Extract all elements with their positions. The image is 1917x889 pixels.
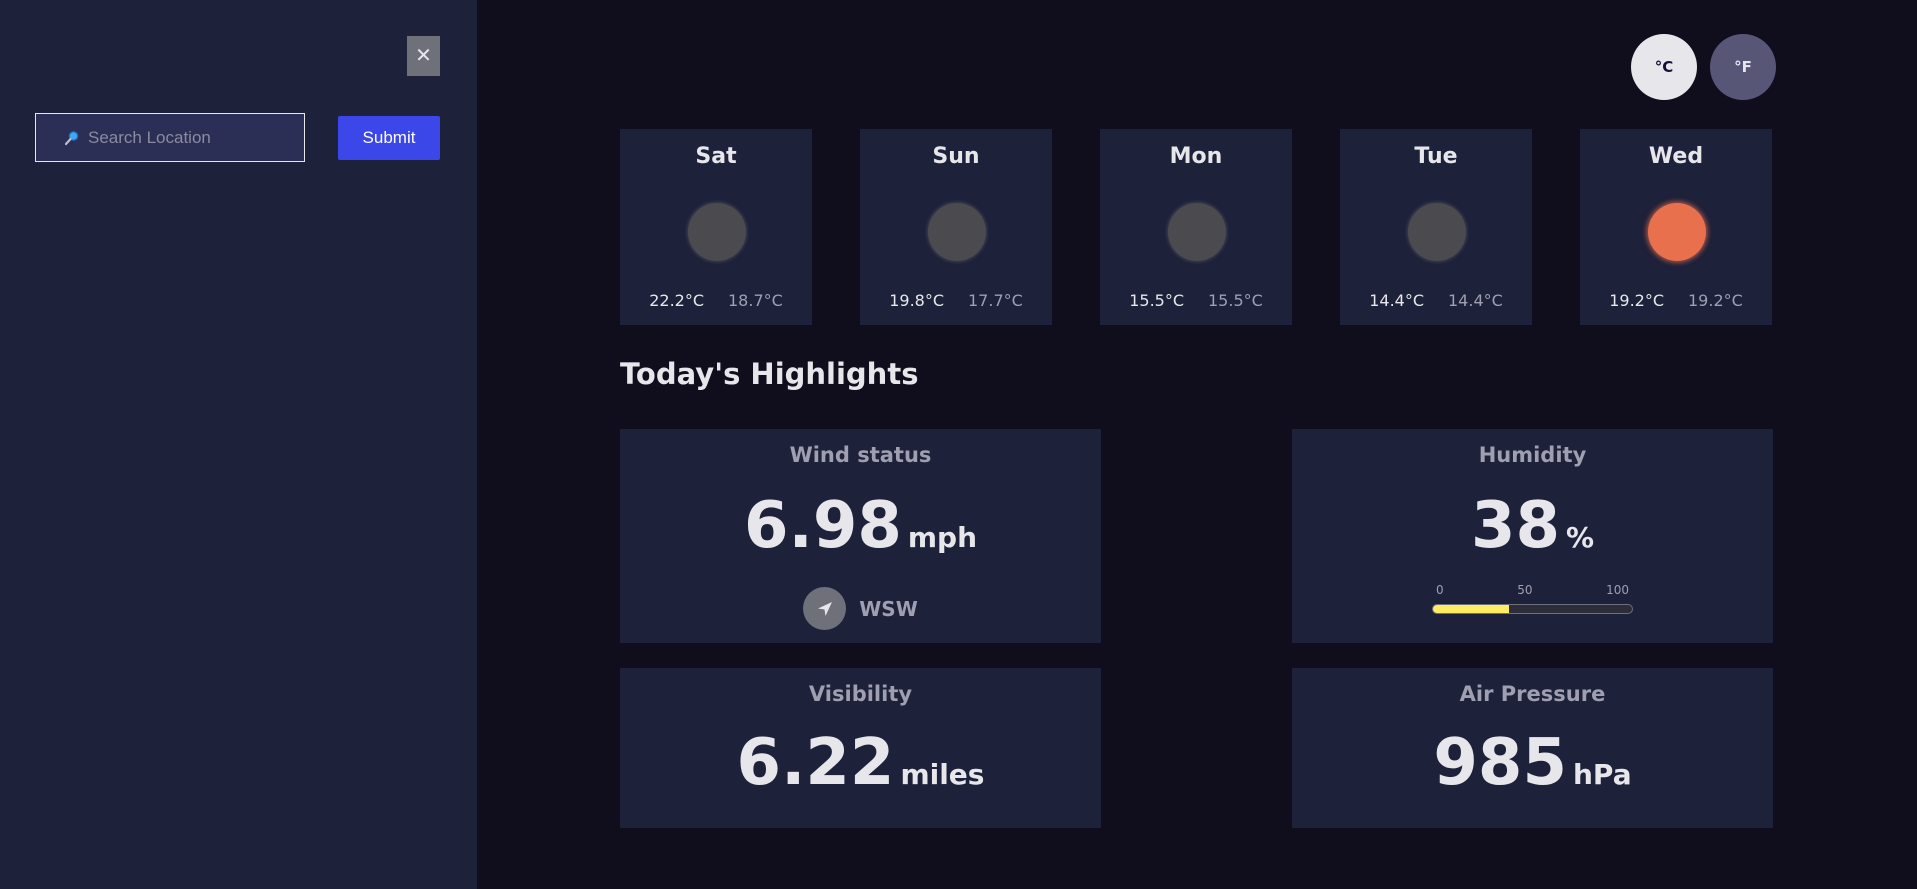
wind-speed-value: 6.98 [743, 489, 902, 563]
highlights-title: Today's Highlights [620, 357, 919, 391]
wind-status-label: Wind status [789, 443, 932, 467]
humidity-unit: % [1566, 521, 1595, 554]
air-pressure-label: Air Pressure [1459, 682, 1606, 706]
forecast-card: Mon 15.5°C 15.5°C [1100, 129, 1292, 325]
forecast-day: Wed [1648, 144, 1704, 169]
forecast-max-temp: 19.8°C [889, 291, 944, 310]
forecast-day: Sun [932, 144, 980, 169]
forecast-max-temp: 14.4°C [1369, 291, 1424, 310]
humidity-card: Humidity 38% 0 50 100 [1292, 429, 1773, 643]
air-pressure-card: Air Pressure 985 hPa [1292, 668, 1773, 828]
close-icon: ✕ [415, 45, 432, 67]
wind-direction: WSW [859, 596, 918, 621]
humidity-scale-mid: 50 [1517, 583, 1533, 597]
cloudy-icon [928, 203, 986, 261]
close-button[interactable]: ✕ [407, 36, 440, 76]
submit-button[interactable]: Submit [338, 116, 440, 160]
air-pressure-unit: hPa [1572, 758, 1632, 791]
forecast-min-temp: 15.5°C [1208, 291, 1263, 310]
forecast-card: Sun 19.8°C 17.7°C [860, 129, 1052, 325]
air-pressure-value: 985 [1433, 726, 1567, 800]
wind-status-card: Wind status 6.98 mph WSW [620, 429, 1101, 643]
forecast-day: Mon [1169, 144, 1223, 169]
forecast-card: Sat 22.2°C 18.7°C [620, 129, 812, 325]
forecast-card: Wed 19.2°C 19.2°C [1580, 129, 1772, 325]
forecast-max-temp: 15.5°C [1129, 291, 1184, 310]
forecast-card: Tue 14.4°C 14.4°C [1340, 129, 1532, 325]
navigation-arrow-icon [803, 587, 847, 630]
visibility-card: Visibility 6.22 miles [620, 668, 1101, 828]
sidebar: ✕ Submit [0, 0, 477, 889]
celsius-toggle-button[interactable]: °C [1631, 34, 1697, 100]
visibility-label: Visibility [808, 682, 913, 706]
forecast-min-temp: 17.7°C [968, 291, 1023, 310]
humidity-scale-max: 100 [1606, 583, 1629, 597]
humidity-label: Humidity [1478, 443, 1587, 467]
visibility-value: 6.22 [736, 726, 895, 800]
forecast-min-temp: 18.7°C [728, 291, 783, 310]
visibility-unit: miles [900, 758, 985, 791]
fahrenheit-toggle-button[interactable]: °F [1710, 34, 1776, 100]
humidity-progress-track [1432, 604, 1633, 614]
humidity-value: 38 [1470, 489, 1560, 563]
forecast-max-temp: 22.2°C [649, 291, 704, 310]
search-input[interactable] [88, 127, 288, 148]
cloudy-icon [1168, 203, 1226, 261]
search-icon [64, 130, 80, 146]
humidity-scale-min: 0 [1436, 583, 1444, 597]
wind-speed-unit: mph [907, 521, 978, 554]
humidity-progress-fill [1433, 605, 1509, 613]
humidity-bar: 0 50 100 [1432, 583, 1633, 614]
sun-icon [1648, 203, 1706, 261]
cloudy-icon [688, 203, 746, 261]
forecast-day: Sat [695, 144, 737, 169]
cloudy-icon [1408, 203, 1466, 261]
forecast-min-temp: 19.2°C [1688, 291, 1743, 310]
forecast-day: Tue [1414, 144, 1458, 169]
forecast-min-temp: 14.4°C [1448, 291, 1503, 310]
search-field[interactable] [35, 113, 305, 162]
forecast-max-temp: 19.2°C [1609, 291, 1664, 310]
